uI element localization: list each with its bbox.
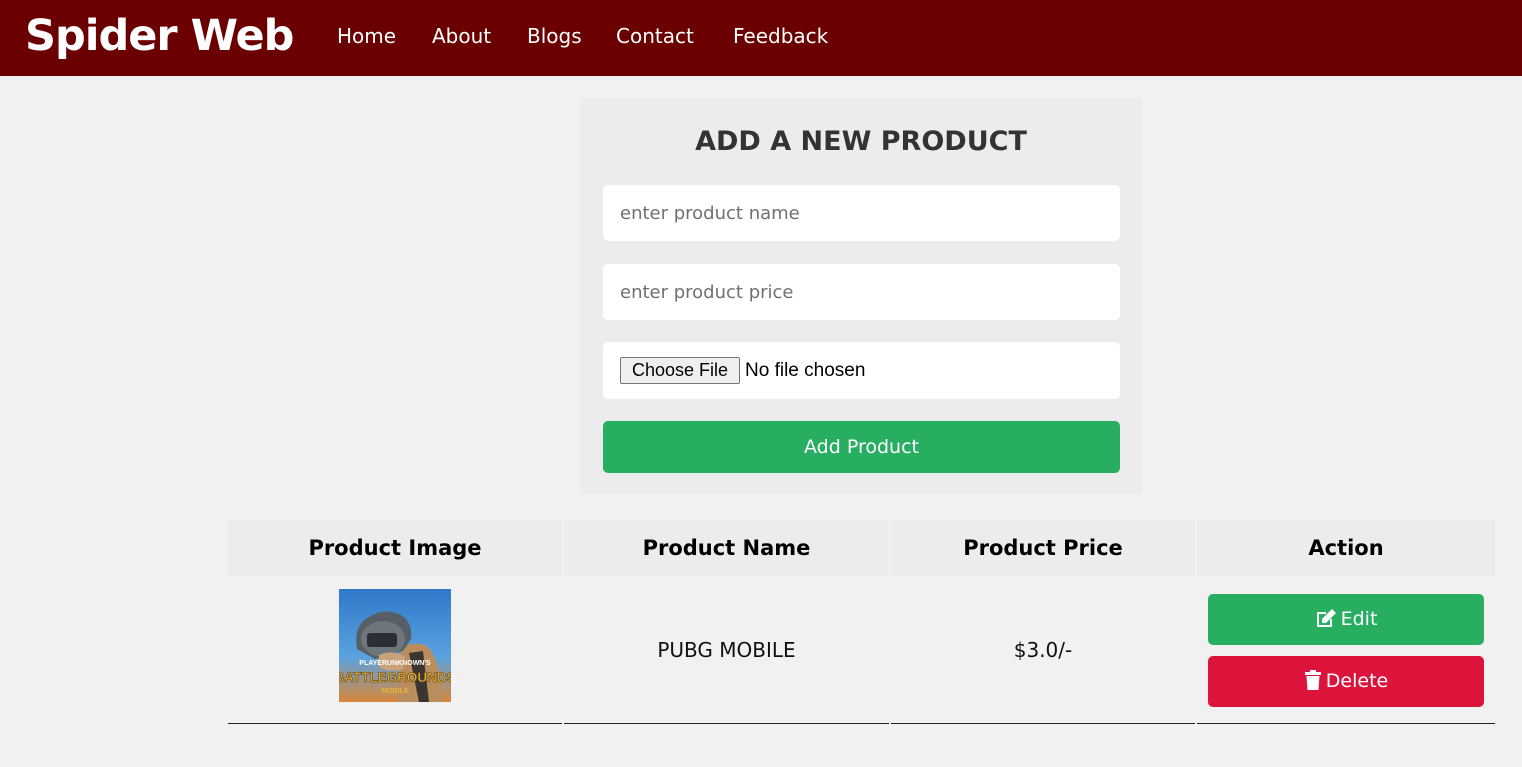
delete-button[interactable]: Delete (1208, 656, 1484, 707)
form-title: ADD A NEW PRODUCT (695, 126, 1027, 157)
trash-icon (1304, 670, 1321, 690)
brand-logo[interactable]: Spider Web (25, 10, 294, 62)
nav-home-link[interactable]: Home (337, 24, 396, 48)
header-product-image: Product Image (228, 520, 562, 576)
cell-product-price: $3.0/- (891, 576, 1195, 724)
product-price-input[interactable] (603, 264, 1120, 320)
header-action: Action (1197, 520, 1495, 576)
file-status-text: No file chosen (745, 360, 866, 381)
nav-feedback-link[interactable]: Feedback (733, 24, 828, 48)
header-product-price: Product Price (891, 520, 1195, 576)
nav-contact-link[interactable]: Contact (616, 24, 694, 48)
nav-blogs-link[interactable]: Blogs (527, 24, 582, 48)
choose-file-button[interactable]: Choose File (620, 357, 740, 384)
add-product-button[interactable]: Add Product (603, 421, 1120, 473)
delete-label: Delete (1325, 670, 1389, 692)
edit-icon (1316, 609, 1336, 627)
product-price-text: $3.0/- (1013, 638, 1073, 662)
edit-button[interactable]: Edit (1208, 594, 1484, 645)
cell-product-name: PUBG MOBILE (564, 576, 889, 724)
cell-action: Edit Delete (1197, 576, 1495, 724)
product-image-file-input: Choose File No file chosen (603, 342, 1120, 399)
navbar: Spider Web Home About Blogs Contact Feed… (0, 0, 1522, 76)
cell-product-image: PLAYERUNKNOWN'S BATTLEGROUNDS MOBILE (228, 576, 562, 724)
pubg-logo-text-sub: MOBILE (381, 688, 409, 695)
product-name-text: PUBG MOBILE (657, 638, 796, 662)
nav-about-link[interactable]: About (432, 24, 491, 48)
edit-label: Edit (1340, 608, 1378, 630)
product-image: PLAYERUNKNOWN'S BATTLEGROUNDS MOBILE (339, 589, 451, 702)
pubg-logo-text-main: BATTLEGROUNDS (339, 670, 451, 685)
header-product-name: Product Name (564, 520, 889, 576)
pubg-logo-text-top: PLAYERUNKNOWN'S (359, 660, 431, 667)
product-name-input[interactable] (603, 185, 1120, 241)
